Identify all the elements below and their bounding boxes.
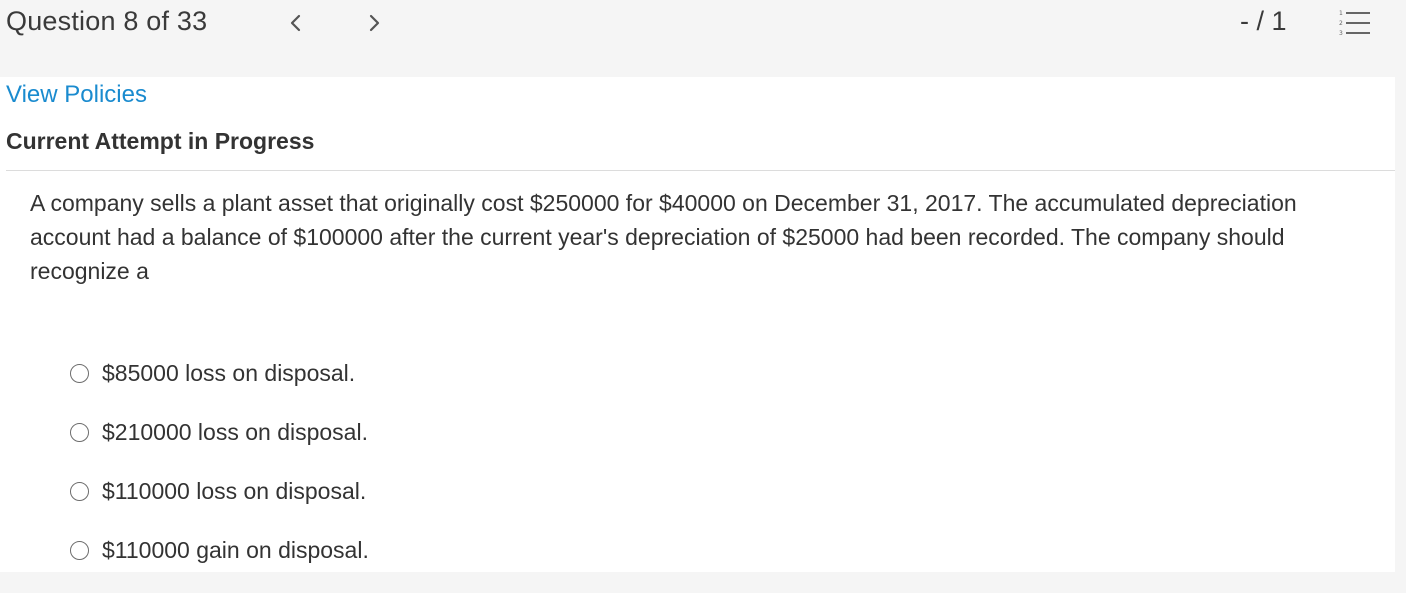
numbered-list-icon: 1 2 3 [1339,10,1370,37]
answer-option[interactable]: $210000 loss on disposal. [70,416,369,475]
svg-text:2: 2 [1339,20,1343,27]
question-panel: View Policies Current Attempt in Progres… [0,77,1395,572]
radio-button[interactable] [70,541,89,560]
svg-text:1: 1 [1339,10,1343,17]
answer-option-label: $110000 gain on disposal. [102,537,369,563]
answer-option[interactable]: $85000 loss on disposal. [70,357,369,416]
divider [6,170,1395,171]
answer-option-label: $210000 loss on disposal. [102,419,368,445]
question-counter: Question 8 of 33 [6,6,208,36]
chevron-left-icon [290,14,301,32]
attempt-status: Current Attempt in Progress [6,128,315,154]
radio-button[interactable] [70,423,89,442]
question-toolbar: Question 8 of 33 - / 1 1 2 3 [0,0,1406,77]
view-policies-link[interactable]: View Policies [6,81,147,109]
answer-option[interactable]: $110000 loss on disposal. [70,475,369,534]
question-list-button[interactable]: 1 2 3 [1336,8,1374,40]
answer-option[interactable]: $110000 gain on disposal. [70,534,369,593]
radio-button[interactable] [70,364,89,383]
answer-option-label: $85000 loss on disposal. [102,360,356,386]
score-display: - / 1 [1240,6,1287,36]
radio-button[interactable] [70,482,89,501]
next-question-button[interactable] [360,8,390,38]
answer-options: $85000 loss on disposal. $210000 loss on… [70,357,369,593]
previous-question-button[interactable] [280,8,310,38]
answer-option-label: $110000 loss on disposal. [102,478,367,504]
svg-text:3: 3 [1339,30,1343,37]
chevron-right-icon [369,14,380,32]
question-text: A company sells a plant asset that origi… [30,190,1297,284]
